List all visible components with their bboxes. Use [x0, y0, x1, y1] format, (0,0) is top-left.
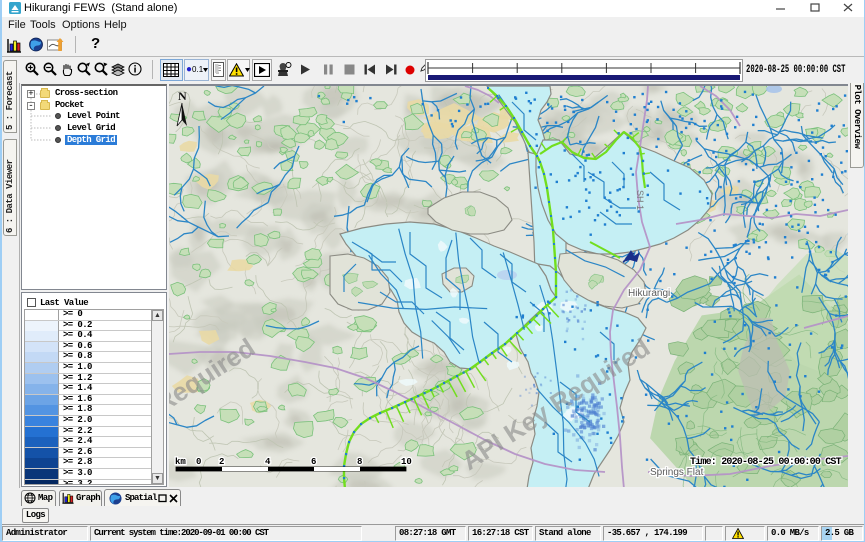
- svg-text:Time: 2020-08-25 00:00:00 CST: Time: 2020-08-25 00:00:00 CST: [690, 456, 842, 468]
- svg-text:10: 10: [401, 457, 412, 467]
- svg-text:SH 1: SH 1: [635, 190, 645, 210]
- svg-text:6: 6: [311, 457, 316, 467]
- svg-text:km: km: [175, 457, 186, 467]
- svg-text:2: 2: [219, 457, 224, 467]
- svg-text:Hikurangi: Hikurangi: [628, 288, 670, 299]
- svg-text:4: 4: [265, 457, 271, 467]
- svg-text:8: 8: [357, 457, 362, 467]
- svg-text:Springs Flat: Springs Flat: [650, 467, 704, 478]
- svg-text:N: N: [178, 89, 187, 103]
- svg-text:0: 0: [196, 457, 201, 467]
